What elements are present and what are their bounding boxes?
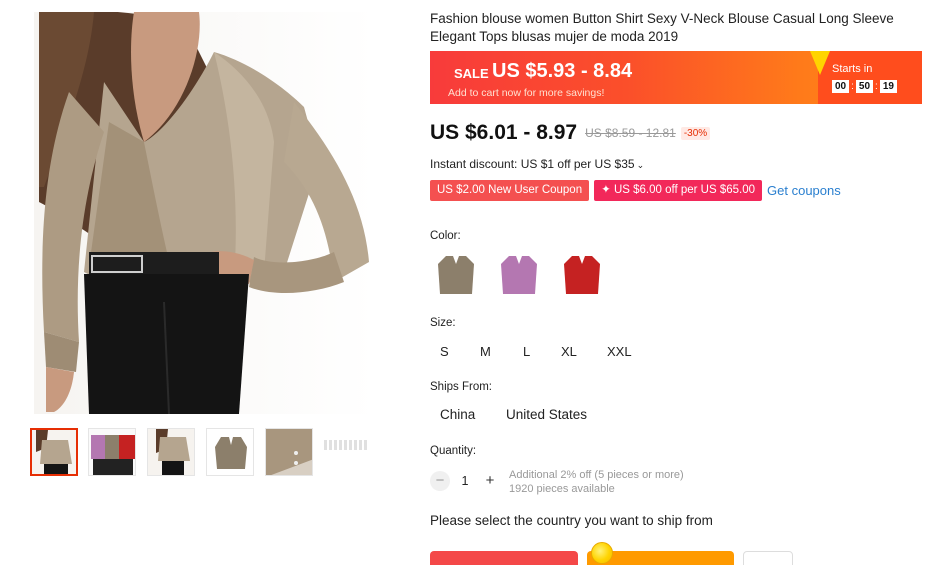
new-user-coupon[interactable]: US $2.00 New User Coupon bbox=[430, 180, 590, 201]
store-coupon[interactable]: ✦ US $6.00 off per US $65.00 bbox=[594, 180, 763, 201]
product-title: Fashion blouse women Button Shirt Sexy V… bbox=[430, 11, 894, 44]
countdown-minutes: 50 bbox=[855, 80, 874, 93]
countdown-timer: 00 : 50 : 19 bbox=[832, 80, 897, 93]
countdown-panel bbox=[818, 51, 922, 104]
color-swatch-khaki[interactable] bbox=[434, 252, 478, 298]
original-price: US $8.59 - 12.81 bbox=[585, 126, 676, 140]
buy-now-button[interactable] bbox=[430, 551, 578, 565]
thumbnail-4[interactable] bbox=[206, 428, 254, 476]
banner-notch-decoration bbox=[810, 51, 830, 75]
countdown-separator: : bbox=[851, 81, 854, 92]
quantity-label: Quantity: bbox=[430, 445, 477, 457]
sale-banner: SALE US $5.93 - 8.84 Add to cart now for… bbox=[430, 51, 922, 104]
sale-subtext: Add to cart now for more savings! bbox=[448, 87, 605, 99]
quantity-value[interactable]: 1 bbox=[450, 474, 480, 488]
chevron-down-icon: ⌄ bbox=[636, 160, 645, 170]
size-option-xxl[interactable]: XXL bbox=[607, 340, 632, 364]
get-coupons-link[interactable]: Get coupons bbox=[767, 183, 841, 198]
thumbnail-loading-placeholder bbox=[324, 440, 368, 450]
ship-country-message: Please select the country you want to sh… bbox=[430, 513, 713, 528]
wishlist-button[interactable] bbox=[743, 551, 793, 565]
thumbnail-5[interactable] bbox=[265, 428, 313, 476]
ships-from-united-states[interactable]: United States bbox=[506, 404, 587, 426]
size-option-l[interactable]: L bbox=[523, 340, 530, 364]
countdown-separator: : bbox=[875, 81, 878, 92]
countdown-hours: 00 bbox=[832, 80, 850, 93]
size-option-s[interactable]: S bbox=[440, 340, 449, 364]
color-label: Color: bbox=[430, 230, 461, 242]
bulk-discount-text: Additional 2% off (5 pieces or more) bbox=[509, 469, 684, 481]
starts-in-label: Starts in bbox=[832, 63, 873, 75]
thumbnail-1[interactable] bbox=[30, 428, 78, 476]
size-option-m[interactable]: M bbox=[480, 340, 491, 364]
thumbnail-2[interactable] bbox=[88, 428, 136, 476]
sale-price: US $5.93 - 8.84 bbox=[492, 60, 633, 82]
discount-badge: -30% bbox=[680, 126, 711, 140]
instant-discount-text: Instant discount: US $1 off per US $35 bbox=[430, 157, 635, 171]
ships-from-china[interactable]: China bbox=[440, 404, 475, 426]
sale-label: SALE bbox=[454, 66, 489, 81]
coin-icon bbox=[591, 542, 613, 564]
ships-from-label: Ships From: bbox=[430, 381, 492, 393]
coupon-row: US $2.00 New User Coupon ✦ US $6.00 off … bbox=[430, 180, 841, 201]
size-option-xl[interactable]: XL bbox=[561, 340, 577, 364]
stock-available-text: 1920 pieces available bbox=[509, 483, 615, 495]
quantity-increase-button[interactable]: + bbox=[480, 471, 500, 491]
quantity-decrease-button[interactable]: − bbox=[430, 471, 450, 491]
thumbnail-3[interactable] bbox=[147, 428, 195, 476]
current-price: US $6.01 - 8.97 bbox=[430, 121, 578, 144]
size-label: Size: bbox=[430, 317, 456, 329]
main-product-image[interactable] bbox=[34, 12, 375, 414]
color-swatch-purple[interactable] bbox=[497, 252, 541, 298]
instant-discount[interactable]: Instant discount: US $1 off per US $35 ⌄ bbox=[430, 157, 644, 171]
price-row: US $6.01 - 8.97 US $8.59 - 12.81 -30% bbox=[430, 120, 711, 146]
countdown-seconds: 19 bbox=[879, 80, 897, 93]
add-to-cart-button[interactable] bbox=[587, 542, 734, 565]
quantity-stepper: − 1 + bbox=[430, 470, 500, 492]
quantity-info: Additional 2% off (5 pieces or more) 192… bbox=[509, 468, 684, 496]
color-swatch-red[interactable] bbox=[560, 252, 604, 298]
